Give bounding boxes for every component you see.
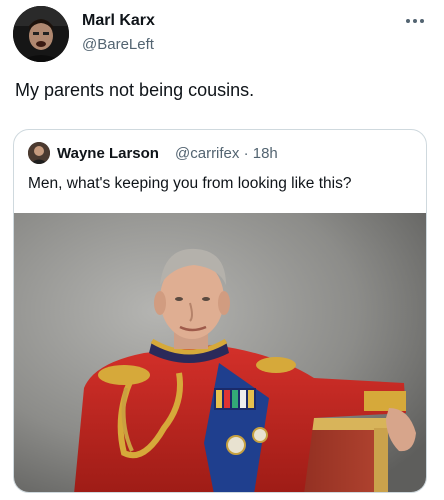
quoted-avatar[interactable]	[28, 142, 50, 164]
quoted-tweet-text: Men, what's keeping you from looking lik…	[28, 175, 352, 192]
tweet-text: My parents not being cousins.	[15, 80, 255, 100]
author-name[interactable]: Marl Karx	[82, 12, 155, 30]
avatar-image	[13, 6, 69, 62]
portrait-photo	[14, 213, 426, 492]
tweet: Marl Karx @BareLeft My parents not being…	[0, 0, 444, 500]
more-horizontal-icon[interactable]	[404, 14, 426, 28]
quoted-tweet[interactable]: Wayne Larson @carrifex · 18h Men, what's…	[13, 129, 427, 493]
quoted-author-meta[interactable]: @carrifex · 18h	[175, 145, 278, 162]
quoted-tweet-image[interactable]	[14, 213, 426, 492]
avatar[interactable]	[13, 6, 69, 62]
meta-separator: ·	[243, 145, 249, 162]
author-handle[interactable]: @BareLeft	[82, 36, 154, 53]
quoted-author-handle: @carrifex	[175, 145, 240, 162]
quoted-author-name[interactable]: Wayne Larson	[57, 145, 159, 162]
quoted-time: 18h	[252, 145, 278, 162]
